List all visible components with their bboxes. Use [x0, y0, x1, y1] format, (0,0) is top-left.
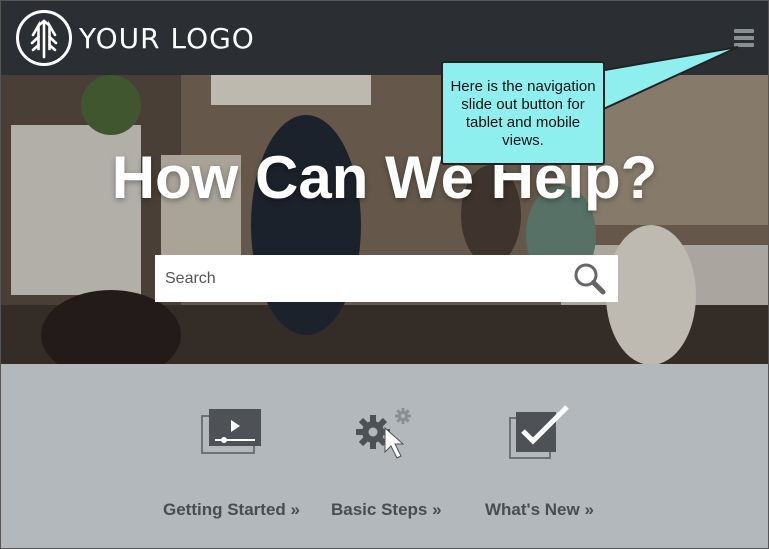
page-frame: YOUR LOGO How Can We Help? Search Here i… — [0, 0, 769, 549]
callout-tooltip: Here is the navigation slide out button … — [441, 61, 605, 165]
callout-pointer — [598, 46, 739, 113]
